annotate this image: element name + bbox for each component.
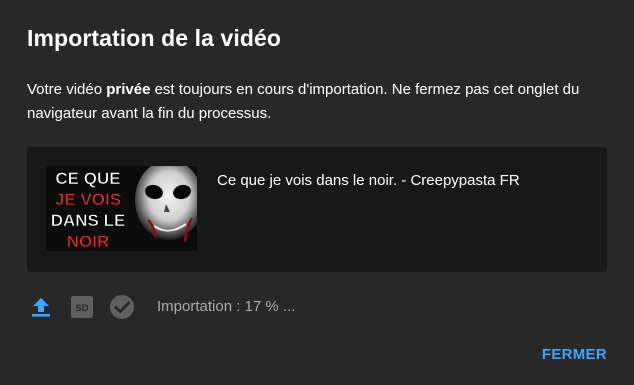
thumb-line-3: DANS LE: [51, 211, 126, 230]
video-thumbnail: CE QUE JE VOIS DANS LE NOIR: [46, 166, 197, 251]
upload-dialog: Importation de la vidéo Votre vidéo priv…: [0, 0, 634, 385]
message-privacy: privée: [106, 81, 151, 98]
upload-icon: [27, 293, 55, 321]
message-prefix: Votre vidéo: [27, 81, 107, 98]
upload-status-row: SD Importation : 17 % ...: [27, 293, 607, 321]
video-title: Ce que je vois dans le noir. - Creepypas…: [217, 172, 520, 189]
check-circle-icon: [108, 293, 136, 321]
svg-text:SD: SD: [75, 303, 88, 314]
thumb-line-1: CE QUE: [55, 169, 120, 188]
dialog-title: Importation de la vidéo: [27, 25, 282, 51]
thumb-line-4: NOIR: [67, 232, 110, 251]
dialog-message: Votre vidéo privée est toujours en cours…: [27, 78, 612, 126]
video-card: CE QUE JE VOIS DANS LE NOIR Ce que je vo…: [27, 147, 607, 272]
sd-icon: SD: [68, 293, 96, 321]
thumb-line-2: JE VOIS: [55, 190, 121, 209]
close-button[interactable]: FERMER: [542, 344, 607, 365]
upload-status-text: Importation : 17 % ...: [157, 298, 296, 315]
